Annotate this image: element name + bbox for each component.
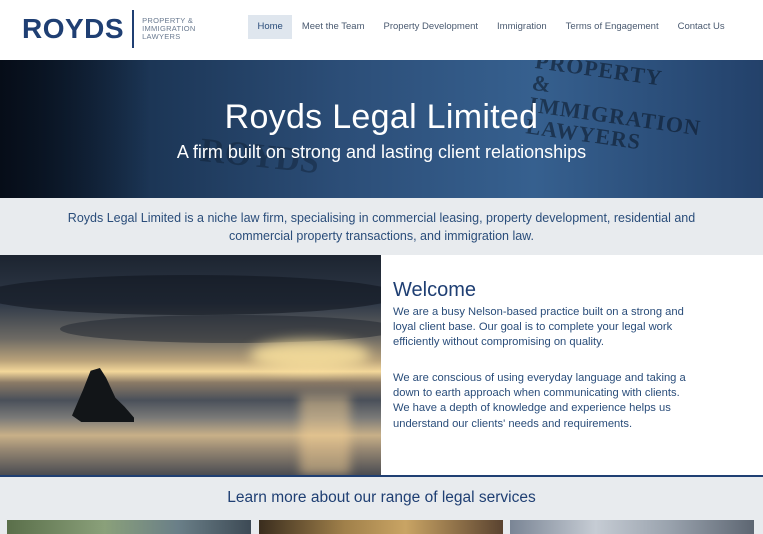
nav-meet-the-team[interactable]: Meet the Team bbox=[292, 15, 374, 39]
service-card-image-2[interactable] bbox=[259, 520, 503, 534]
site-logo[interactable]: ROYDS PROPERTY & IMMIGRATION LAWYERS bbox=[22, 9, 196, 49]
service-card-image-1[interactable] bbox=[7, 520, 251, 534]
photo-rock bbox=[72, 368, 134, 422]
intro-band: Royds Legal Limited is a niche law firm,… bbox=[0, 198, 763, 255]
photo-cloud bbox=[60, 315, 381, 343]
site-header: ROYDS PROPERTY & IMMIGRATION LAWYERS Hom… bbox=[0, 0, 763, 60]
hero-banner: PROPERTY & IMMIGRATION LAWYERS ROYDS Roy… bbox=[0, 60, 763, 198]
intro-text: Royds Legal Limited is a niche law firm,… bbox=[67, 211, 696, 243]
welcome-heading: Welcome bbox=[393, 279, 476, 301]
main-nav: Home Meet the Team Property Development … bbox=[248, 15, 734, 39]
welcome-paragraph-2: We are conscious of using everyday langu… bbox=[393, 372, 686, 430]
nav-terms-of-engagement[interactable]: Terms of Engagement bbox=[556, 15, 668, 39]
nav-immigration[interactable]: Immigration bbox=[488, 15, 557, 39]
photo-sea-reflection bbox=[300, 395, 350, 475]
photo-cloud bbox=[0, 275, 381, 315]
hero-title: Royds Legal Limited bbox=[224, 98, 539, 136]
photo-sun-glow bbox=[250, 340, 370, 370]
logo-wordmark: ROYDS bbox=[22, 13, 125, 44]
welcome-section: Welcome We are a busy Nelson-based pract… bbox=[381, 255, 763, 475]
nav-property-development[interactable]: Property Development bbox=[374, 15, 488, 39]
services-heading: Learn more about our range of legal serv… bbox=[227, 489, 536, 506]
welcome-paragraph-1: We are a busy Nelson-based practice buil… bbox=[393, 306, 684, 349]
sunset-rock-photo bbox=[0, 255, 381, 475]
service-card-image-3[interactable] bbox=[510, 520, 754, 534]
logo-tagline: PROPERTY & IMMIGRATION LAWYERS bbox=[142, 17, 196, 41]
logo-divider bbox=[132, 10, 135, 48]
logo-tag-line-3: LAWYERS bbox=[142, 32, 181, 41]
services-section: Learn more about our range of legal serv… bbox=[0, 477, 763, 534]
nav-contact-us[interactable]: Contact Us bbox=[668, 15, 734, 39]
hero-subtitle: A firm built on strong and lasting clien… bbox=[176, 142, 587, 162]
nav-home[interactable]: Home bbox=[248, 15, 293, 39]
